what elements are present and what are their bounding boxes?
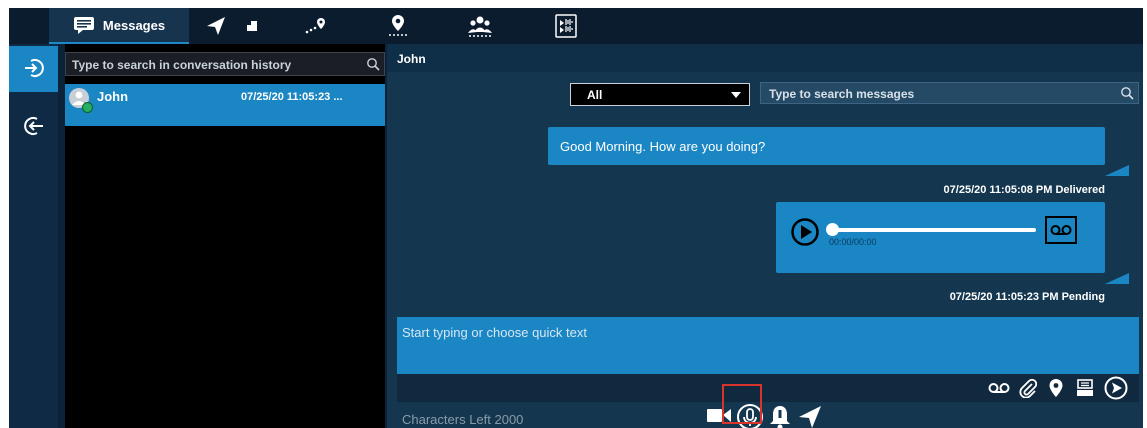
route-icon [304,16,328,36]
outbox-icon [23,115,45,140]
audio-message-bubble: 00:00/00:00 [776,202,1105,273]
messages-icon [73,16,95,34]
map-icon [245,19,259,33]
play-icon[interactable] [791,218,819,249]
voicemail-icon[interactable] [988,382,1010,397]
conversation-list: Type to search in conversation history J… [65,44,385,428]
audio-time: 00:00/00:00 [829,237,877,247]
inbox-icon [23,57,45,82]
group-icon [467,14,493,38]
bubble-tail [1105,154,1129,176]
message-text: Good Morning. How are you doing? [560,139,766,154]
attachment-icon[interactable] [1019,378,1038,401]
inbox-button[interactable] [9,46,58,92]
quick-text-icon[interactable] [1076,378,1094,401]
search-icon[interactable] [1120,86,1134,103]
tab-group[interactable] [463,8,497,44]
tab-navigate[interactable] [199,8,233,44]
conversation-item[interactable]: John 07/25/20 11:05:23 ... [65,84,385,126]
filter-selected-value: All [587,88,603,102]
microphone-highlight [722,384,762,424]
location-user-icon [386,14,410,38]
search-icon[interactable] [366,57,380,74]
bubble-tail [1105,262,1129,284]
navigate-icon[interactable] [797,404,823,428]
conversation-search-input[interactable]: Type to search in conversation history [65,52,385,76]
side-rail [9,44,58,428]
tab-media[interactable] [549,8,583,44]
message-status: 07/25/20 11:05:23 PM Pending [949,291,1105,303]
conversation-timestamp: 07/25/20 11:05:23 ... [241,91,343,103]
media-icon [555,14,577,38]
text-message-bubble: Good Morning. How are you doing? [548,127,1105,165]
characters-left: Characters Left 2000 [402,412,524,427]
chat-contact-name: John [397,52,426,66]
audio-progress-track[interactable] [832,228,1036,232]
tab-messages-label: Messages [102,17,166,33]
tab-route[interactable] [299,8,333,44]
compose-toolbar [397,374,1139,402]
chat-panel: John All Type to search messages Good Mo… [387,44,1143,428]
message-filter-select[interactable]: All [570,83,750,106]
outbox-button[interactable] [9,104,58,150]
location-pin-icon[interactable] [1048,378,1064,401]
top-tab-bar: Messages [9,8,1143,44]
navigate-icon [205,15,227,37]
message-status: 07/25/20 11:05:08 PM Delivered [943,184,1105,196]
chat-header: John [387,44,1143,72]
conversation-name: John [97,89,129,104]
send-icon[interactable] [1104,376,1128,403]
online-status-icon [82,102,93,113]
tab-location-user[interactable] [381,8,415,44]
message-search-input[interactable]: Type to search messages [760,82,1139,104]
tab-messages[interactable]: Messages [49,8,189,44]
compose-textarea[interactable]: Start typing or choose quick text [397,317,1139,374]
message-search-placeholder: Type to search messages [769,87,915,101]
audio-progress-handle[interactable] [826,223,839,236]
tab-map[interactable] [237,8,267,44]
voicemail-icon [1045,216,1077,244]
compose-placeholder: Start typing or choose quick text [402,325,587,340]
messaging-app: Messages Type to search in conversation … [9,8,1143,428]
alert-bell-icon[interactable] [768,404,792,428]
chevron-down-icon [731,92,741,98]
conversation-search-placeholder: Type to search in conversation history [72,58,292,72]
